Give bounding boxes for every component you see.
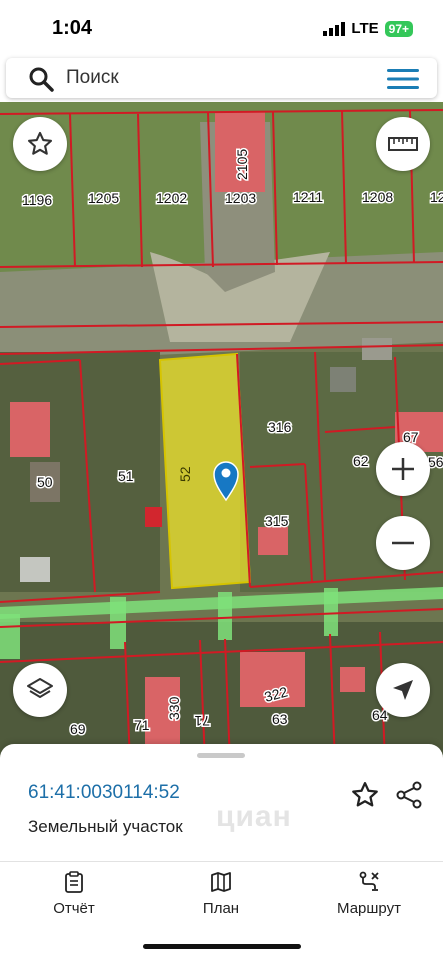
sheet-drag-handle[interactable] (197, 753, 245, 758)
parcel-label-62: 62 (353, 453, 369, 469)
status-time: 1:04 (52, 17, 93, 39)
watermark-logo: циан (216, 800, 292, 833)
parcel-label-1202: 1202 (156, 190, 187, 206)
parcel-label-71-rotated: 71 (194, 713, 210, 729)
cadastral-map[interactable]: 1196 1205 1202 1203 1211 1208 12 2105 31… (0, 102, 443, 762)
parcel-label-1205: 1205 (88, 190, 119, 206)
parcel-label-1203: 1203 (225, 190, 256, 206)
ruler-button[interactable] (376, 117, 430, 171)
my-location-button[interactable] (376, 663, 430, 717)
layers-button[interactable] (13, 663, 67, 717)
route-icon (359, 871, 379, 891)
parcel-label-52: 52 (177, 466, 193, 482)
cadastral-number[interactable]: 61:41:0030114:52 (28, 782, 180, 804)
parcel-label-69: 69 (70, 721, 86, 737)
tab-report[interactable]: Отчёт (14, 870, 134, 917)
tab-route-label: Маршрут (337, 900, 401, 917)
home-indicator[interactable] (143, 944, 301, 949)
star-icon[interactable] (350, 780, 380, 810)
parcel-info-sheet[interactable]: циан 61:41:0030114:52 Земельный участок … (0, 744, 443, 960)
zoom-in-button[interactable] (376, 442, 430, 496)
favorite-map-button[interactable] (13, 117, 67, 171)
tab-plan-label: План (202, 900, 240, 917)
search-input[interactable]: Поиск (66, 67, 119, 89)
parcel-label-316: 316 (268, 419, 292, 435)
search-bar[interactable]: Поиск (6, 58, 437, 98)
plus-icon (392, 458, 414, 480)
parcel-label-56: 56 (428, 454, 443, 470)
parcel-label-1196: 1196 (22, 192, 52, 208)
parcel-label-2105: 2105 (234, 149, 250, 180)
status-indicators: LTE 97+ (323, 20, 413, 37)
navigation-arrow-icon (393, 680, 413, 700)
ruler-icon (388, 137, 418, 151)
parcel-label-315: 315 (265, 513, 289, 529)
parcel-label-1208: 1208 (362, 189, 393, 205)
search-icon[interactable] (28, 66, 54, 92)
tab-route[interactable]: Маршрут (309, 870, 429, 917)
tab-plan[interactable]: План (161, 870, 281, 917)
star-icon (27, 131, 53, 155)
map-plan-icon (211, 872, 231, 892)
parcel-label-71: 71 (134, 717, 150, 733)
tab-report-label: Отчёт (53, 900, 95, 917)
satellite-map-layer: 1196 1205 1202 1203 1211 1208 12 2105 31… (0, 102, 443, 762)
parcel-label-330: 330 (166, 696, 182, 720)
parcel-label-12: 12 (430, 189, 443, 205)
share-icon[interactable] (394, 780, 424, 810)
network-type: LTE (351, 20, 379, 37)
parcel-label-63: 63 (272, 711, 288, 727)
parcel-type: Земельный участок (28, 817, 183, 836)
sheet-divider (0, 861, 443, 862)
zoom-out-button[interactable] (376, 516, 430, 570)
battery-indicator: 97+ (384, 20, 413, 37)
parcel-label-50: 50 (37, 474, 53, 490)
report-icon (65, 871, 83, 893)
signal-icon (323, 21, 346, 36)
layers-icon (27, 678, 53, 698)
parcel-label-1211: 1211 (293, 189, 323, 205)
hamburger-menu-icon[interactable] (387, 69, 419, 89)
status-bar: 1:04 LTE 97+ (0, 0, 443, 58)
minus-icon (392, 541, 414, 545)
app-screen: 1:04 LTE 97+ 1196 1205 1202 1203 1211 12… (0, 0, 443, 960)
parcel-label-51: 51 (118, 468, 134, 484)
